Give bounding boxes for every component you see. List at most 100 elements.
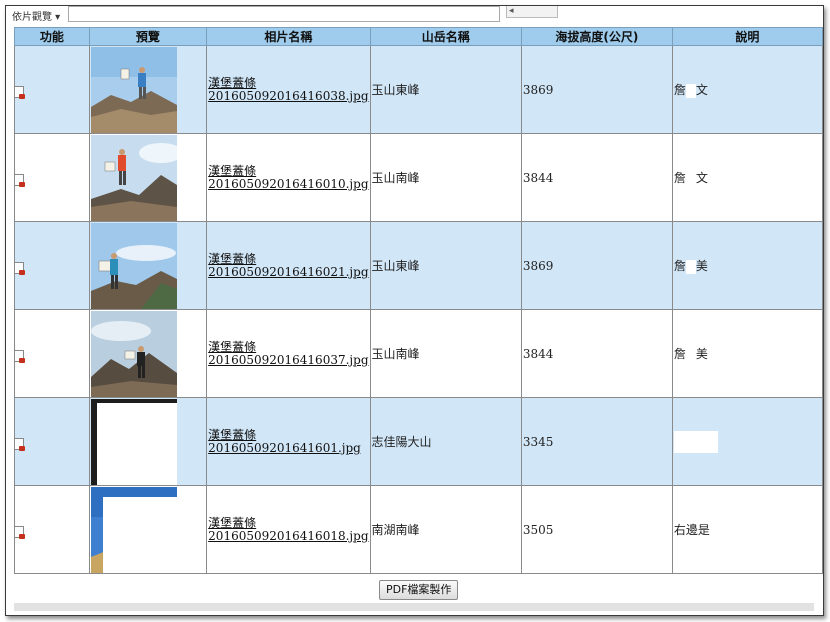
app-frame: 依片觀覽 ▾ ◂ 功能 預覽 相片名稱 山岳名稱 海拔高度(公尺) 說明 漢堡蓋… xyxy=(5,5,824,616)
photo-filename: 201605092016416018.jpg xyxy=(208,528,369,543)
description-part-b: 美 xyxy=(695,347,708,361)
elevation-cell: 3869 xyxy=(520,221,673,310)
redaction-mask xyxy=(685,171,696,186)
thumbnail-image xyxy=(90,222,177,309)
preview-cell xyxy=(88,485,208,574)
redaction-mask xyxy=(685,83,696,98)
table-header-row: 功能 預覽 相片名稱 山岳名稱 海拔高度(公尺) 說明 xyxy=(14,27,823,46)
function-cell xyxy=(14,397,90,486)
preview-cell xyxy=(88,397,208,486)
elevation-cell: 3844 xyxy=(520,133,673,222)
photo-title: 漢堡蓋條 xyxy=(208,339,257,354)
pdf-generate-button[interactable]: PDF檔案製作 xyxy=(379,580,459,600)
mountain-name-cell: 玉山東峰 xyxy=(369,45,522,134)
photo-thumbnail[interactable] xyxy=(90,486,177,573)
col-header-function: 功能 xyxy=(14,27,90,46)
description-part-b: 美 xyxy=(695,259,708,273)
table-row: 漢堡蓋條 201605092016416037.jpg 玉山南峰 3844 詹美 xyxy=(14,309,823,398)
redaction-mask xyxy=(685,347,696,362)
photo-name-cell: 漢堡蓋條 20160509201641601.jpg xyxy=(206,397,371,486)
table-row: 漢堡蓋條 201605092016416021.jpg 玉山東峰 3869 詹美 xyxy=(14,221,823,310)
redaction-mask xyxy=(685,259,696,274)
description-part-a: 詹 xyxy=(673,83,686,97)
function-cell xyxy=(14,133,90,222)
function-cell xyxy=(14,221,90,310)
elevation-cell: 3505 xyxy=(520,485,673,574)
photo-thumbnail[interactable] xyxy=(90,310,177,397)
photo-name-cell: 漢堡蓋條 20160509201641​6038.jpg xyxy=(206,45,371,134)
photo-file-link[interactable]: 漢堡蓋條 201605092016416010.jpg xyxy=(208,163,369,191)
photo-file-link[interactable]: 漢堡蓋條 201605092016416021.jpg xyxy=(208,251,369,279)
photo-thumbnail[interactable] xyxy=(90,398,177,485)
photo-name-cell: 漢堡蓋條 201605092016416010.jpg xyxy=(206,133,371,222)
table-row: 漢堡蓋條 20160509201641601.jpg 志佳陽大山 3345 xyxy=(14,397,823,486)
photo-title: 漢堡蓋條 xyxy=(208,427,257,442)
thumbnail-image xyxy=(90,398,177,485)
mountain-name-cell: 玉山南峰 xyxy=(369,309,522,398)
col-header-photo-name[interactable]: 相片名稱 xyxy=(206,27,371,46)
photo-filename: 20160509201641601.jpg xyxy=(208,440,361,455)
view-select[interactable]: 依片觀覽 ▾ xyxy=(12,8,60,23)
col-header-mountain-name[interactable]: 山岳名稱 xyxy=(369,27,522,46)
search-input[interactable] xyxy=(68,6,500,22)
delete-document-icon[interactable] xyxy=(15,174,25,187)
delete-document-icon[interactable] xyxy=(15,86,25,99)
col-header-elevation[interactable]: 海拔高度(公尺) xyxy=(520,27,673,46)
col-header-preview: 預覽 xyxy=(88,27,208,46)
mountain-name-cell: 玉山南峰 xyxy=(369,133,522,222)
preview-cell xyxy=(88,133,208,222)
photo-name-cell: 漢堡蓋條 201605092016416021.jpg xyxy=(206,221,371,310)
top-toolbar: 依片觀覽 ▾ ◂ xyxy=(6,6,823,27)
delete-document-icon[interactable] xyxy=(15,350,25,363)
elevation-cell: 3844 xyxy=(520,309,673,398)
photo-file-link[interactable]: 漢堡蓋條 20160509201641​6038.jpg xyxy=(208,75,369,103)
function-cell xyxy=(14,485,90,574)
mountain-name-cell: 南湖南峰 xyxy=(369,485,522,574)
table-row: 漢堡蓋條 201605092016416018.jpg 南湖南峰 3505 右邊… xyxy=(14,485,823,574)
preview-cell xyxy=(88,221,208,310)
photo-file-link[interactable]: 漢堡蓋條 201605092016416037.jpg xyxy=(208,339,369,367)
thumbnail-image xyxy=(90,134,177,221)
photo-file-link[interactable]: 漢堡蓋條 20160509201641601.jpg xyxy=(208,427,368,455)
photo-name-cell: 漢堡蓋條 201605092016416037.jpg xyxy=(206,309,371,398)
description-part-a: 右邊是 xyxy=(673,523,710,537)
redaction-mask xyxy=(673,430,718,453)
photo-filename: 201605092016416037.jpg xyxy=(208,352,369,367)
function-cell xyxy=(14,309,90,398)
search-button[interactable]: ◂ xyxy=(506,6,558,18)
mountain-name-cell: 志佳陽大山 xyxy=(369,397,522,486)
description-cell: 詹美 xyxy=(671,309,823,398)
description-cell: 詹文 xyxy=(671,133,823,222)
delete-document-icon[interactable] xyxy=(15,438,25,451)
photo-title: 漢堡蓋條 xyxy=(208,163,257,178)
description-cell xyxy=(671,397,823,486)
elevation-cell: 3345 xyxy=(520,397,673,486)
table-row: 漢堡蓋條 20160509201641​6038.jpg 玉山東峰 3869 詹… xyxy=(14,45,823,134)
preview-cell xyxy=(88,45,208,134)
photo-thumbnail[interactable] xyxy=(90,46,177,133)
photo-title: 漢堡蓋條 xyxy=(208,515,257,530)
photo-table: 功能 預覽 相片名稱 山岳名稱 海拔高度(公尺) 說明 漢堡蓋條 2016050 xyxy=(14,27,823,574)
photo-filename: 20160509201641​6038.jpg xyxy=(208,88,369,103)
photo-name-cell: 漢堡蓋條 201605092016416018.jpg xyxy=(206,485,371,574)
photo-thumbnail[interactable] xyxy=(90,134,177,221)
delete-document-icon[interactable] xyxy=(15,262,25,275)
thumbnail-image xyxy=(90,46,177,133)
photo-title: 漢堡蓋條 xyxy=(208,251,257,266)
horizontal-scrollbar[interactable] xyxy=(14,603,814,611)
thumbnail-image xyxy=(90,486,177,573)
mountain-name-cell: 玉山東峰 xyxy=(369,221,522,310)
photo-thumbnail[interactable] xyxy=(90,222,177,309)
function-cell xyxy=(14,45,90,134)
photo-filename: 201605092016416010.jpg xyxy=(208,176,369,191)
elevation-cell: 3869 xyxy=(520,45,673,134)
photo-filename: 201605092016416021.jpg xyxy=(208,264,369,279)
delete-document-icon[interactable] xyxy=(15,526,25,539)
description-cell: 詹美 xyxy=(671,221,823,310)
photo-file-link[interactable]: 漢堡蓋條 201605092016416018.jpg xyxy=(208,515,369,543)
photo-title: 漢堡蓋條 xyxy=(208,75,257,90)
col-header-description[interactable]: 說明 xyxy=(671,27,823,46)
description-cell: 詹文 xyxy=(671,45,823,134)
preview-cell xyxy=(88,309,208,398)
description-part-b: 文 xyxy=(695,171,708,185)
